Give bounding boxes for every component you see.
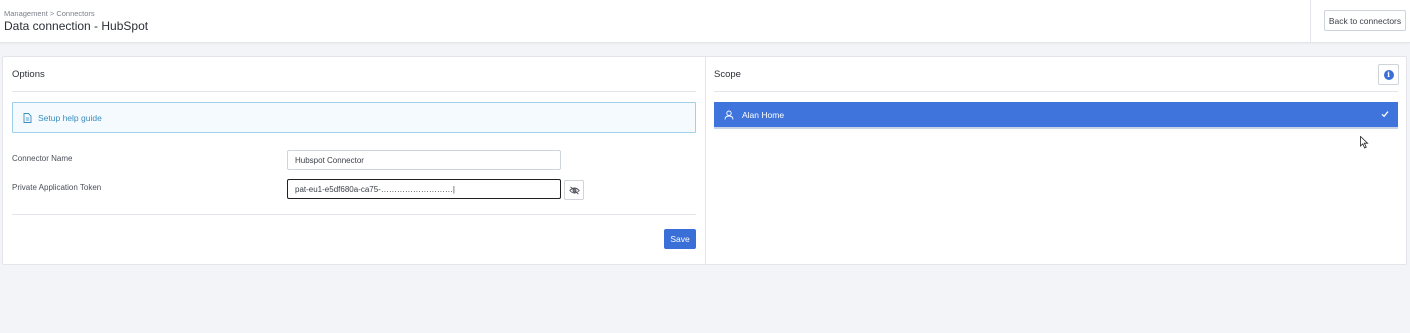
scope-item-label: Alan Home <box>742 109 785 120</box>
options-title: Options <box>12 69 45 80</box>
setup-help-guide-label: Setup help guide <box>38 112 102 123</box>
document-icon <box>23 112 32 123</box>
back-to-connectors-button[interactable]: Back to connectors <box>1324 10 1406 31</box>
private-token-label: Private Application Token <box>12 183 102 192</box>
toggle-token-visibility-button[interactable] <box>564 180 584 200</box>
mouse-cursor-icon <box>1360 136 1369 149</box>
page-header: Management > Connectors Data connection … <box>0 0 1410 43</box>
info-icon: i <box>1383 69 1394 80</box>
connector-name-label: Connector Name <box>12 154 73 163</box>
breadcrumb[interactable]: Management > Connectors <box>4 9 95 18</box>
connector-name-input[interactable] <box>287 150 561 170</box>
options-divider <box>12 91 696 92</box>
column-divider <box>705 57 706 264</box>
eye-off-icon <box>568 185 580 195</box>
scope-title: Scope <box>714 69 741 80</box>
user-icon <box>724 110 734 120</box>
scope-divider <box>714 91 1398 92</box>
scope-item-alan-home[interactable]: Alan Home <box>714 102 1398 129</box>
private-token-input[interactable] <box>287 179 561 199</box>
connection-card: Options Setup help guide Connector Name … <box>2 56 1407 265</box>
form-divider <box>12 214 696 215</box>
setup-help-guide-link[interactable]: Setup help guide <box>12 102 696 133</box>
page-title: Data connection - HubSpot <box>4 19 149 33</box>
header-divider <box>1310 0 1311 43</box>
scope-info-button[interactable]: i <box>1378 64 1399 85</box>
check-icon <box>1381 111 1389 118</box>
save-button[interactable]: Save <box>664 229 696 249</box>
